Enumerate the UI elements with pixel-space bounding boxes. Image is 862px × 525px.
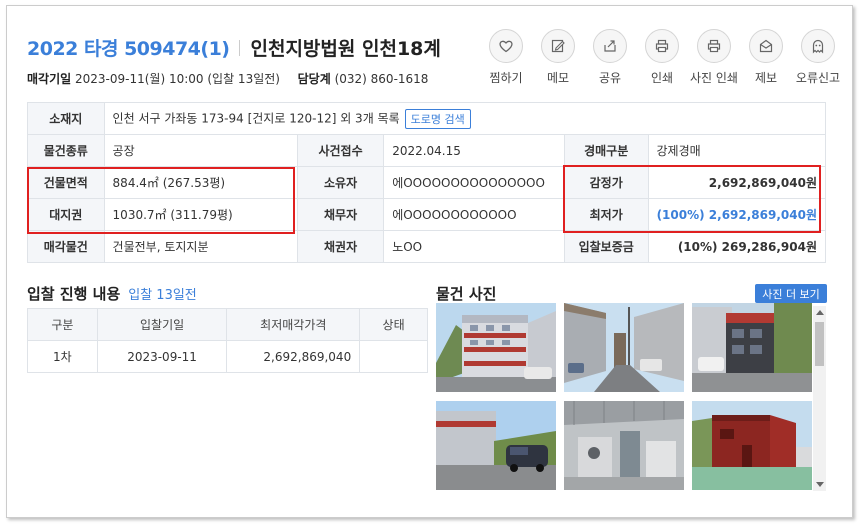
sale-item-label: 매각물건 [27, 230, 105, 263]
report-button[interactable]: 제보 [740, 29, 792, 86]
property-photo-5[interactable] [564, 401, 684, 490]
title-divider [239, 39, 241, 56]
property-photo-3[interactable] [692, 303, 812, 392]
property-photo-4[interactable] [436, 401, 556, 490]
error-report-icon [812, 39, 824, 54]
bid-status [359, 340, 428, 373]
print-photo-icon [707, 39, 721, 53]
min-price-value: (100%) 2,692,869,040원 [647, 198, 827, 231]
land-label: 대지권 [27, 198, 105, 231]
table-row: 건물면적 884.4㎡ (267.53평) 소유자 에OOOOOOOOOOOOO… [27, 166, 827, 199]
print-icon [655, 39, 669, 53]
property-photo-1[interactable] [436, 303, 556, 392]
more-photos-button[interactable]: 사진 더 보기 [755, 284, 827, 303]
deposit-label: 입찰보증금 [563, 230, 649, 263]
sale-date-label: 매각기일 [27, 72, 72, 86]
auction-kind-value: 강제경매 [647, 134, 827, 167]
sale-date: 2023-09-11(월) 10:00 (입찰 13일전) [75, 72, 280, 86]
scroll-down-icon[interactable] [816, 482, 824, 487]
column-header: 상태 [359, 308, 428, 341]
scroll-thumb[interactable] [815, 322, 824, 366]
location-label: 소재지 [27, 102, 105, 135]
property-photo-6[interactable] [692, 401, 812, 490]
dept-label: 담당계 [297, 72, 331, 86]
location-value: 인천 서구 가좌동 173-94 [건지로 120-12] 외 3개 목록 [112, 111, 400, 125]
column-header: 입찰기일 [96, 308, 228, 341]
auction-detail-window: 2022 타경 509474(1) 인천지방법원 인천18계 매각기일 2023… [6, 5, 853, 518]
error-report-button[interactable]: 오류신고 [792, 29, 844, 86]
case-number: 2022 타경 509474(1) [27, 38, 230, 60]
memo-icon [551, 39, 565, 53]
bid-min-price: 2,692,869,040 [226, 340, 361, 373]
appraisal-value: 2,692,869,040원 [647, 166, 827, 199]
table-row: 물건종류 공장 사건접수 2022.04.15 경매구분 강제경매 [27, 134, 827, 167]
type-value: 공장 [103, 134, 298, 167]
favorite-button[interactable]: 찜하기 [480, 29, 532, 86]
debtor-label: 채무자 [296, 198, 385, 231]
header-meta: 매각기일 2023-09-11(월) 10:00 (입찰 13일전) 담당계 (… [27, 70, 428, 87]
print-photo-button[interactable]: 사진 인쇄 [688, 29, 740, 86]
bid-countdown: 입찰 13일전 [128, 288, 197, 303]
bid-date: 2023-09-11 [96, 340, 228, 373]
building-area-value: 884.4㎡ (267.53평) [103, 166, 298, 199]
bid-section-title: 입찰 진행 내용 입찰 13일전 [27, 285, 197, 303]
owner-label: 소유자 [296, 166, 385, 199]
column-header: 최저매각가격 [226, 308, 361, 341]
print-button[interactable]: 인쇄 [636, 29, 688, 86]
dept-phone: (032) 860-1618 [334, 72, 429, 86]
table-row: 1차 2023-09-11 2,692,869,040 [27, 340, 428, 373]
action-toolbar: 찜하기 메모 공유 인쇄 사진 인쇄 제보 오류신고 [480, 29, 844, 86]
debtor-value: 에OOOOOOOOOOOO [383, 198, 565, 231]
photo-grid [436, 303, 813, 491]
share-icon [604, 40, 616, 52]
share-button[interactable]: 공유 [584, 29, 636, 86]
owner-value: 에OOOOOOOOOOOOOOO [383, 166, 565, 199]
location-cell: 인천 서구 가좌동 173-94 [건지로 120-12] 외 3개 목록 도로명… [103, 102, 827, 135]
table-header-row: 구분 입찰기일 최저매각가격 상태 [27, 308, 428, 341]
photo-scrollbar[interactable] [813, 306, 826, 491]
appraisal-label: 감정가 [563, 166, 649, 199]
bid-round: 1차 [27, 340, 98, 373]
type-label: 물건종류 [27, 134, 105, 167]
column-header: 구분 [27, 308, 98, 341]
creditor-value: 노OO [383, 230, 565, 263]
table-row: 매각물건 건물전부, 토지지분 채권자 노OO 입찰보증금 (10%) 269,… [27, 230, 827, 263]
scroll-up-icon[interactable] [816, 310, 824, 315]
page-title: 2022 타경 509474(1) 인천지방법원 인천18계 [27, 34, 441, 61]
auction-kind-label: 경매구분 [563, 134, 649, 167]
filed-label: 사건접수 [296, 134, 385, 167]
min-price-label: 최저가 [563, 198, 649, 231]
memo-button[interactable]: 메모 [532, 29, 584, 86]
property-info-table: 소재지 인천 서구 가좌동 173-94 [건지로 120-12] 외 3개 목… [27, 102, 827, 263]
table-row: 대지권 1030.7㎡ (311.79평) 채무자 에OOOOOOOOOOOO … [27, 198, 827, 231]
deposit-value: (10%) 269,286,904원 [647, 230, 827, 263]
report-mail-icon [759, 39, 773, 53]
photo-section-title: 물건 사진 [436, 285, 497, 303]
bid-progress-table: 구분 입찰기일 최저매각가격 상태 1차 2023-09-11 2,692,86… [27, 308, 428, 373]
table-row: 소재지 인천 서구 가좌동 173-94 [건지로 120-12] 외 3개 목… [27, 102, 827, 135]
sale-item-value: 건물전부, 토지지분 [103, 230, 298, 263]
building-area-label: 건물면적 [27, 166, 105, 199]
property-photo-2[interactable] [564, 303, 684, 392]
road-search-button[interactable]: 도로명 검색 [404, 108, 471, 129]
heart-icon [499, 40, 513, 53]
creditor-label: 채권자 [296, 230, 385, 263]
court-name: 인천지방법원 인천18계 [250, 38, 441, 60]
filed-value: 2022.04.15 [383, 134, 565, 167]
land-area-value: 1030.7㎡ (311.79평) [103, 198, 298, 231]
